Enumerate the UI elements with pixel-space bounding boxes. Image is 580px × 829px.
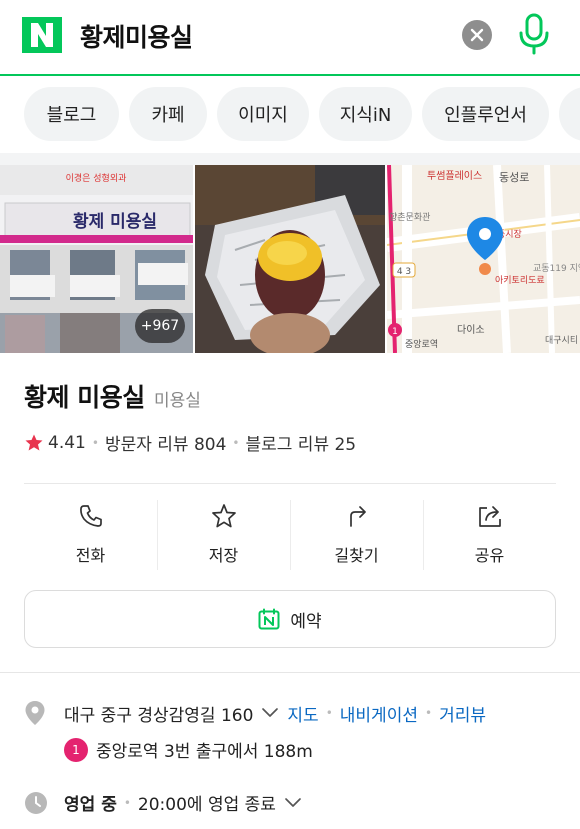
microphone-icon[interactable] xyxy=(516,13,552,55)
address-text[interactable]: 대구 중구 경상감영길 160 xyxy=(64,701,253,726)
share-button[interactable]: 공유 xyxy=(423,500,556,570)
map-label: 대구시티 xyxy=(545,335,578,346)
business-status: 영업 중 xyxy=(64,795,117,815)
map-label: 교동119 지역대 xyxy=(533,263,580,274)
photo-strip: 이경은 성형외과 황제 미용실 +967 4 3 1 투썸플레이스 동성로 향촌… xyxy=(0,165,580,353)
map-link[interactable]: 지도 xyxy=(287,701,318,726)
svg-text:1: 1 xyxy=(392,327,398,337)
directions-icon xyxy=(349,506,366,527)
place-category: 미용실 xyxy=(154,391,201,411)
street-view-link[interactable]: 거리뷰 xyxy=(439,701,486,726)
map-thumbnail[interactable]: 4 3 1 투썸플레이스 동성로 향촌문화관 아키토리도료 교동119 지역대 … xyxy=(387,165,580,353)
chip-influencer[interactable]: 인플루언서 xyxy=(422,87,549,141)
storefront-sign: 황제 미용실 xyxy=(73,212,157,232)
share-label: 공유 xyxy=(474,546,505,565)
chip-kin[interactable]: 지식iN xyxy=(319,87,412,141)
clear-search-button[interactable] xyxy=(462,20,492,50)
separator-dot: • xyxy=(232,435,240,450)
navigation-link[interactable]: 내비게이션 xyxy=(340,701,418,726)
category-chips: 블로그 카페 이미지 지식iN 인플루언서 xyxy=(0,77,580,153)
more-photos-badge[interactable]: +967 xyxy=(135,309,185,343)
directions-label: 길찾기 xyxy=(334,546,379,565)
business-hours-detail[interactable]: 20:00에 영업 종료 xyxy=(138,790,276,815)
subway-directions-text: 중앙로역 3번 출구에서 188m xyxy=(96,742,313,762)
reserve-button[interactable]: 예약 xyxy=(24,590,556,648)
action-bar: 전화 저장 길찾기 공유 xyxy=(24,500,556,570)
save-button[interactable]: 저장 xyxy=(157,500,290,570)
star-icon xyxy=(25,434,43,450)
search-query[interactable]: 황제미용실 xyxy=(80,18,193,54)
blog-reviews-link[interactable]: 블로그 리뷰 25 xyxy=(245,430,356,455)
rating-value: 4.41 xyxy=(48,432,86,453)
chip-blog[interactable]: 블로그 xyxy=(24,87,119,141)
map-label: 아키토리도료 xyxy=(495,275,545,286)
directions-button[interactable]: 길찾기 xyxy=(290,500,423,570)
subway-row: 1 중앙로역 3번 출구에서 188m xyxy=(64,737,313,762)
divider xyxy=(24,483,556,484)
map-label: 향촌문화관 xyxy=(389,211,430,223)
chip-cafe[interactable]: 카페 xyxy=(129,87,207,141)
close-icon xyxy=(470,28,484,42)
storefront-sub-sign: 이경은 성형외과 xyxy=(66,172,127,184)
map-label: 다이소 xyxy=(457,324,485,336)
separator-dot: • xyxy=(91,435,99,450)
place-name[interactable]: 황제 미용실 xyxy=(24,378,145,414)
chevron-down-icon[interactable] xyxy=(284,797,302,809)
address-row: 대구 중구 경상감영길 160 지도 • 내비게이션 • 거리뷰 xyxy=(24,700,486,726)
call-label: 전화 xyxy=(75,546,106,565)
separator-dot: • xyxy=(123,795,131,810)
hours-row: 영업 중 • 20:00에 영업 종료 xyxy=(24,790,310,815)
call-button[interactable]: 전화 xyxy=(24,500,157,570)
rating-row: 4.41 • 방문자 리뷰 804 • 블로그 리뷰 25 xyxy=(24,430,356,455)
save-label: 저장 xyxy=(208,546,239,565)
photo-storefront[interactable]: 이경은 성형외과 황제 미용실 +967 xyxy=(0,165,193,353)
separator-dot: • xyxy=(325,706,333,720)
svg-text:4 3: 4 3 xyxy=(397,267,411,277)
reserve-label: 예약 xyxy=(290,611,322,632)
naver-logo-icon[interactable] xyxy=(22,17,62,53)
clock-icon xyxy=(25,791,47,814)
search-header: 황제미용실 xyxy=(0,0,580,76)
share-icon xyxy=(478,506,501,527)
map-label: 동성로 xyxy=(499,171,529,184)
map-label: 투썸플레이스 xyxy=(427,170,482,182)
separator-dot: • xyxy=(424,706,433,720)
star-outline-icon xyxy=(211,504,236,528)
divider xyxy=(0,672,580,673)
location-pin-icon xyxy=(25,701,45,725)
photo-sweet-potato[interactable] xyxy=(195,165,385,353)
visitor-reviews-link[interactable]: 방문자 리뷰 804 xyxy=(105,430,226,455)
chevron-down-icon[interactable] xyxy=(261,707,279,719)
separator xyxy=(0,153,580,165)
subway-line-badge: 1 xyxy=(64,737,88,762)
naver-booking-icon xyxy=(258,608,280,630)
map-label: 중앙로역 xyxy=(405,338,438,350)
chip-image[interactable]: 이미지 xyxy=(217,87,309,141)
chip-more[interactable] xyxy=(559,87,580,141)
phone-icon xyxy=(79,505,102,527)
